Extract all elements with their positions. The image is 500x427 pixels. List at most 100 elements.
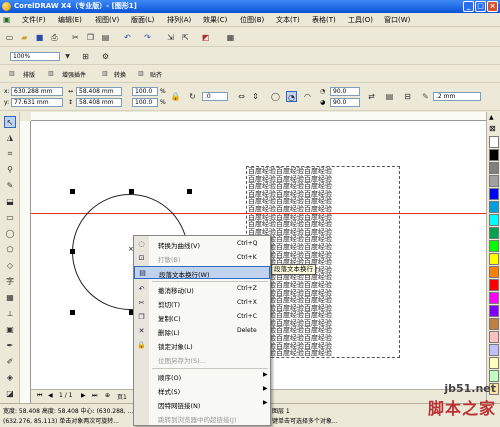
- first-page-icon[interactable]: ⏮: [37, 392, 42, 400]
- paste-icon[interactable]: ▤: [100, 32, 111, 43]
- menu-effects[interactable]: 效果(C): [203, 15, 227, 25]
- menu-table[interactable]: 表格(T): [312, 15, 336, 25]
- color-swatch[interactable]: [489, 175, 499, 187]
- direction-icon[interactable]: ⇄: [366, 91, 377, 102]
- color-swatch[interactable]: [489, 227, 499, 239]
- menu-item-undo-move[interactable]: ↶ 撤消移动(U) Ctrl+Z: [134, 283, 270, 296]
- color-swatch[interactable]: [489, 344, 499, 356]
- pick-tool-icon[interactable]: ↖: [4, 116, 16, 128]
- tab-convert[interactable]: 转换: [114, 70, 126, 79]
- minimize-button[interactable]: _: [463, 1, 474, 12]
- color-swatch[interactable]: [489, 357, 499, 369]
- menu-item-lock-object[interactable]: 🔒 锁定对象(L): [134, 339, 270, 352]
- last-page-icon[interactable]: ⏭: [92, 392, 97, 400]
- menu-text[interactable]: 文本(T): [276, 15, 300, 25]
- menu-layout[interactable]: 版面(L): [131, 15, 154, 25]
- selection-handle[interactable]: [187, 189, 192, 194]
- color-swatch[interactable]: [489, 305, 499, 317]
- color-swatch[interactable]: [489, 370, 499, 382]
- open-icon[interactable]: ▰: [19, 32, 30, 43]
- menu-window[interactable]: 窗口(W): [384, 15, 410, 25]
- welcome-icon[interactable]: ▦: [225, 32, 236, 43]
- save-icon[interactable]: ■: [34, 32, 45, 43]
- rectangle-tool-icon[interactable]: ▭: [4, 212, 16, 224]
- cut-toolbar-icon[interactable]: ✂: [70, 32, 81, 43]
- selection-handle[interactable]: [70, 189, 75, 194]
- lock-ratio-icon[interactable]: 🔒: [170, 91, 181, 102]
- zoom-tool-icon[interactable]: ⚲: [4, 164, 16, 176]
- width-field[interactable]: 58.408 mm: [76, 87, 122, 96]
- scale-y-field[interactable]: 100.0: [132, 98, 158, 107]
- vertical-ruler[interactable]: [20, 121, 31, 403]
- ellipse-tool-icon[interactable]: ◯: [4, 228, 16, 240]
- freehand-tool-icon[interactable]: ✎: [4, 180, 16, 192]
- table-tool-icon[interactable]: ▦: [4, 292, 16, 304]
- ellipse-mode-icon[interactable]: ◯: [270, 91, 281, 102]
- break-link-icon[interactable]: ⊟: [402, 91, 413, 102]
- add-page-icon[interactable]: ⊕: [105, 392, 110, 399]
- dimension-tool-icon[interactable]: ⟂: [4, 308, 16, 320]
- menu-file[interactable]: 文件(F): [22, 15, 46, 25]
- menu-item-cut[interactable]: ✂ 剪切(T) Ctrl+X: [134, 297, 270, 310]
- prev-page-icon[interactable]: ◀: [48, 392, 53, 399]
- menu-item-order[interactable]: 顺序(O) ▶: [134, 370, 270, 383]
- color-swatch[interactable]: [489, 136, 499, 148]
- color-swatch[interactable]: [489, 149, 499, 161]
- tab-snap[interactable]: 贴齐: [150, 70, 162, 79]
- import-icon[interactable]: ⇲: [165, 32, 176, 43]
- text-tool-icon[interactable]: 字: [4, 276, 16, 288]
- tab-layout[interactable]: 排版: [23, 70, 35, 79]
- menu-item-internet-link[interactable]: 因特网链接(N) ▶: [134, 398, 270, 411]
- options-icon[interactable]: ⚙: [100, 51, 111, 62]
- page-tab[interactable]: 页1: [117, 392, 127, 401]
- no-color-icon[interactable]: ⊠: [489, 124, 496, 133]
- menu-item-wrap-paragraph-text[interactable]: ▤ 段落文本换行(W): [134, 266, 270, 279]
- height-field[interactable]: 58.408 mm: [76, 98, 122, 107]
- eyedropper-tool-icon[interactable]: ✒: [4, 340, 16, 352]
- fill-tool-icon[interactable]: ◈: [4, 372, 16, 384]
- polygon-tool-icon[interactable]: ⬠: [4, 244, 16, 256]
- rotate-icon[interactable]: ↻: [187, 91, 198, 102]
- redo-toolbar-icon[interactable]: ↷: [142, 32, 153, 43]
- zoom-select[interactable]: 100%: [10, 52, 60, 61]
- outline-width-field[interactable]: .2 mm: [433, 92, 481, 101]
- crop-tool-icon[interactable]: ⌗: [4, 148, 16, 160]
- wrap-text-icon[interactable]: ▤: [384, 91, 395, 102]
- color-swatch[interactable]: [489, 266, 499, 278]
- color-swatch[interactable]: [489, 201, 499, 213]
- maximize-button[interactable]: □: [475, 1, 486, 12]
- document-icon[interactable]: ▣: [3, 15, 11, 24]
- tab-enhance-plugins[interactable]: 增强插件: [62, 70, 86, 79]
- snap-grid-icon[interactable]: ⊞: [80, 51, 91, 62]
- menu-item-styles[interactable]: 样式(S) ▶: [134, 384, 270, 397]
- x-position-field[interactable]: 630.288 mm: [11, 87, 63, 96]
- rotation-field[interactable]: .0: [202, 92, 228, 101]
- mirror-h-icon[interactable]: ⇔: [236, 91, 247, 102]
- pie-mode-icon[interactable]: ◔: [286, 91, 297, 102]
- undo-toolbar-icon[interactable]: ↶: [122, 32, 133, 43]
- end-angle-field[interactable]: 90.0: [330, 98, 360, 107]
- color-swatch[interactable]: [489, 240, 499, 252]
- menu-item-delete[interactable]: ✕ 删除(L) Delete: [134, 325, 270, 338]
- y-position-field[interactable]: 77.631 mm: [11, 98, 63, 107]
- palette-scroll-up-icon[interactable]: ▲: [489, 114, 494, 121]
- color-swatch[interactable]: [489, 188, 499, 200]
- menu-edit[interactable]: 编辑(E): [58, 15, 82, 25]
- start-angle-field[interactable]: 90.0: [330, 87, 360, 96]
- zoom-dropdown-icon[interactable]: ▼: [62, 51, 73, 62]
- color-swatch[interactable]: [489, 279, 499, 291]
- selection-handle[interactable]: [70, 310, 75, 315]
- arc-mode-icon[interactable]: ◠: [302, 91, 313, 102]
- next-page-icon[interactable]: ▶: [81, 392, 86, 399]
- print-icon[interactable]: ⎙: [49, 32, 60, 43]
- application-launcher-icon[interactable]: ◩: [200, 32, 211, 43]
- menu-arrange[interactable]: 排列(A): [167, 15, 191, 25]
- menu-view[interactable]: 视图(V): [95, 15, 119, 25]
- color-swatch[interactable]: [489, 331, 499, 343]
- selection-handle[interactable]: [70, 249, 75, 254]
- menu-item-convert-to-curves[interactable]: ◌ 转换为曲线(V) Ctrl+Q: [134, 238, 270, 251]
- interactive-fill-icon[interactable]: ◪: [4, 388, 16, 400]
- menu-tools[interactable]: 工具(O): [348, 15, 373, 25]
- shape-tool-icon[interactable]: ◮: [4, 132, 16, 144]
- menu-item-copy[interactable]: ❐ 复制(C) Ctrl+C: [134, 311, 270, 324]
